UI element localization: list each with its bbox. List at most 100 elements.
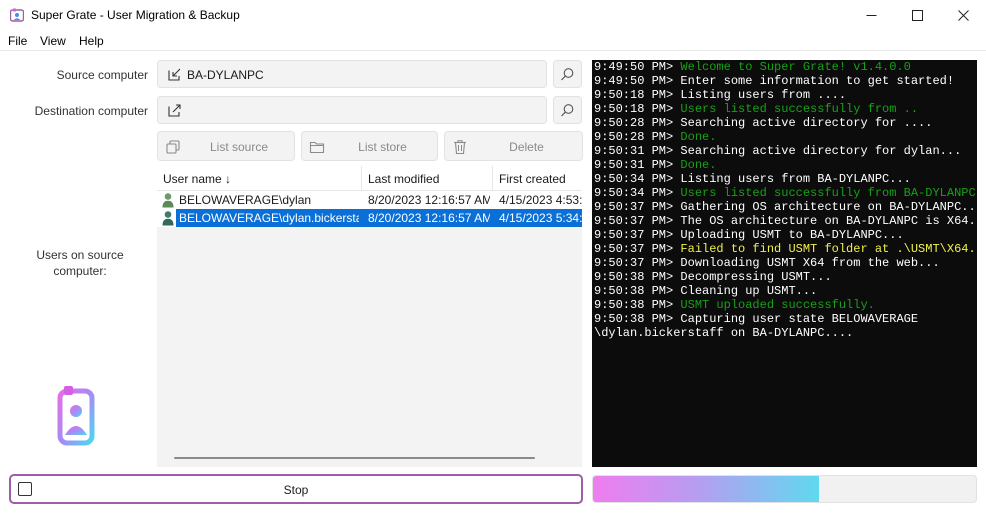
trash-icon	[454, 140, 466, 155]
log-timestamp: 9:50:34 PM>	[594, 186, 674, 200]
source-computer-label: Source computer	[56, 68, 148, 82]
minimize-button[interactable]	[848, 0, 894, 31]
destination-computer-label: Destination computer	[34, 104, 148, 118]
log-message: Listing users from ....	[673, 88, 847, 102]
table-row-selected[interactable]: BELOWAVERAGE\dylan.bickerstaff 8/20/2023…	[157, 209, 582, 227]
stop-button[interactable]: Stop	[9, 474, 583, 504]
source-computer-field[interactable]: BA-DYLANPC	[157, 60, 547, 88]
log-timestamp: 9:49:50 PM>	[594, 60, 674, 74]
log-timestamp: 9:50:18 PM>	[594, 102, 674, 116]
user-icon	[162, 193, 174, 208]
log-console[interactable]: 9:49:50 PM> Welcome to Super Grate! v1.4…	[592, 60, 977, 467]
search-icon	[561, 103, 574, 116]
log-message: Listing users from BA-DYLANPC...	[673, 172, 911, 186]
log-line: 9:50:18 PM> Listing users from ....	[594, 88, 977, 102]
list-source-button[interactable]: List source	[157, 131, 295, 161]
list-store-button[interactable]: List store	[301, 131, 438, 161]
log-line: 9:50:18 PM> Users listed successfully fr…	[594, 102, 977, 116]
log-message: Done.	[673, 158, 717, 172]
log-timestamp: 9:50:37 PM>	[594, 228, 674, 242]
menu-file[interactable]: File	[8, 34, 27, 48]
table-row[interactable]: BELOWAVERAGE\dylan 8/20/2023 12:16:57 AM…	[157, 191, 582, 209]
log-line: 9:50:37 PM> Downloading USMT X64 from th…	[594, 256, 977, 270]
table-header: User name ↓ Last modified First created	[157, 166, 582, 191]
log-timestamp: 9:50:38 PM>	[594, 284, 674, 298]
menu-help[interactable]: Help	[79, 34, 104, 48]
log-message: USMT uploaded successfully.	[673, 298, 875, 312]
column-header-first-created[interactable]: First created	[499, 172, 566, 186]
log-message: Done.	[673, 130, 717, 144]
list-source-label: List source	[209, 140, 269, 154]
log-line: 9:50:31 PM> Done.	[594, 158, 977, 172]
folder-icon	[309, 141, 325, 154]
super-grate-logo	[57, 386, 95, 446]
stop-label: Stop	[283, 483, 309, 497]
log-timestamp: 9:50:38 PM>	[594, 298, 674, 312]
users-on-source-label: Users on source computer:	[36, 248, 124, 278]
log-line: 9:50:37 PM> The OS architecture on BA-DY…	[594, 214, 977, 228]
log-timestamp: 9:50:37 PM>	[594, 242, 674, 256]
log-line: 9:50:37 PM> Uploading USMT to BA-DYLANPC…	[594, 228, 977, 242]
column-divider[interactable]	[492, 166, 493, 191]
log-line: 9:49:50 PM> Enter some information to ge…	[594, 74, 977, 88]
column-header-last-modified[interactable]: Last modified	[368, 172, 439, 186]
log-message: Uploading USMT to BA-DYLANPC...	[673, 228, 904, 242]
menu-view[interactable]: View	[40, 34, 66, 48]
minimize-icon	[866, 15, 876, 16]
log-timestamp: 9:50:28 PM>	[594, 116, 674, 130]
log-message: Enter some information to get started!	[673, 74, 955, 88]
log-line: 9:50:31 PM> Searching active directory f…	[594, 144, 977, 158]
cell-last-modified: 8/20/2023 12:16:57 AM	[368, 211, 490, 225]
horizontal-scrollbar[interactable]	[174, 457, 535, 459]
close-icon	[957, 10, 969, 21]
log-timestamp: 9:50:37 PM>	[594, 214, 674, 228]
window-title: Super Grate - User Migration & Backup	[31, 8, 240, 22]
log-message: Searching active directory for ....	[673, 116, 933, 130]
close-button[interactable]	[940, 0, 986, 31]
log-message: Decompressing USMT...	[673, 270, 832, 284]
log-line: 9:50:38 PM> USMT uploaded successfully.	[594, 298, 977, 312]
log-line: 9:50:38 PM> Capturing user state BELOWAV…	[594, 312, 977, 326]
destination-search-button[interactable]	[553, 96, 582, 124]
log-timestamp: 9:50:31 PM>	[594, 144, 674, 158]
log-line: 9:50:37 PM> Gathering OS architecture on…	[594, 200, 977, 214]
log-message: Welcome to Super Grate! v1.4.0.0	[673, 60, 911, 74]
log-message: \dylan.bickerstaff on BA-DYLANPC....	[594, 326, 854, 340]
title-bar: Super Grate - User Migration & Backup	[0, 0, 986, 31]
log-timestamp: 9:50:34 PM>	[594, 172, 674, 186]
log-timestamp: 9:50:28 PM>	[594, 130, 674, 144]
log-message: Cleaning up USMT...	[673, 284, 818, 298]
column-header-user-name[interactable]: User name ↓	[163, 172, 231, 186]
cell-first-created: 4/15/2023 5:34:55	[499, 211, 582, 225]
log-timestamp: 9:50:38 PM>	[594, 270, 674, 284]
progress-fill	[593, 476, 819, 502]
log-timestamp: 9:50:38 PM>	[594, 312, 674, 326]
cell-user-name: BELOWAVERAGE\dylan.bickerstaff	[179, 211, 359, 225]
column-divider[interactable]	[361, 166, 362, 191]
delete-button[interactable]: Delete	[444, 131, 583, 161]
maximize-button[interactable]	[894, 0, 940, 31]
user-icon	[162, 211, 174, 226]
log-message: Searching active directory for dylan...	[673, 144, 962, 158]
log-message: Downloading USMT X64 from the web...	[673, 256, 940, 270]
cell-last-modified: 8/20/2023 12:16:57 AM	[368, 193, 490, 207]
cell-first-created: 4/15/2023 4:53:09	[499, 193, 582, 207]
users-table[interactable]: User name ↓ Last modified First created …	[157, 166, 582, 467]
progress-bar	[592, 475, 977, 503]
list-source-icon	[166, 140, 180, 154]
computer-arrow-out-icon	[168, 104, 181, 117]
log-message: Failed to find USMT folder at .\USMT\X64…	[673, 242, 976, 256]
log-line: 9:50:37 PM> Failed to find USMT folder a…	[594, 242, 977, 256]
log-message: Users listed successfully from ..	[673, 102, 919, 116]
log-line: 9:50:28 PM> Searching active directory f…	[594, 116, 977, 130]
source-search-button[interactable]	[553, 60, 582, 88]
log-message: The OS architecture on BA-DYLANPC is X64…	[673, 214, 976, 228]
log-timestamp: 9:49:50 PM>	[594, 74, 674, 88]
menu-bar: File View Help	[0, 31, 986, 51]
source-computer-value: BA-DYLANPC	[187, 68, 264, 82]
log-line: 9:50:28 PM> Done.	[594, 130, 977, 144]
log-line: 9:50:34 PM> Users listed successfully fr…	[594, 186, 977, 200]
log-message: Capturing user state BELOWAVERAGE	[673, 312, 919, 326]
log-timestamp: 9:50:31 PM>	[594, 158, 674, 172]
destination-computer-field[interactable]	[157, 96, 547, 124]
